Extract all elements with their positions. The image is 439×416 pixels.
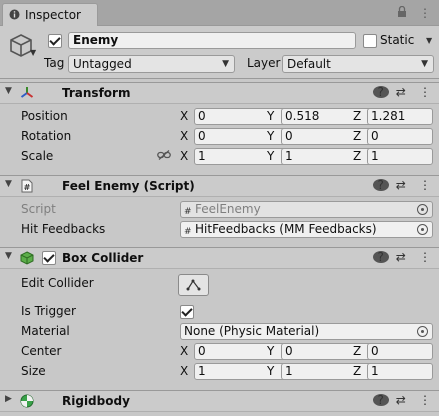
- position-y-axis-label[interactable]: Y: [267, 109, 274, 123]
- material-field[interactable]: None (Physic Material): [180, 323, 433, 340]
- icon-dropdown-arrow-icon[interactable]: ▼: [30, 48, 36, 57]
- rotation-y-axis-label[interactable]: Y: [267, 129, 274, 143]
- static-checkbox[interactable]: [363, 34, 377, 48]
- size-x-axis-label[interactable]: X: [180, 364, 188, 378]
- material-value: None (Physic Material): [184, 324, 320, 338]
- tab-label: Inspector: [25, 8, 81, 22]
- chevron-down-icon: ▼: [222, 59, 229, 69]
- preset-sliders-icon[interactable]: ⇄: [393, 178, 409, 192]
- kebab-menu-icon[interactable]: ⋮: [419, 7, 431, 19]
- size-label: Size: [21, 364, 46, 378]
- script-label: Script: [21, 202, 56, 216]
- gameobject-active-checkbox[interactable]: [48, 34, 62, 48]
- csharp-script-icon: #: [21, 179, 33, 193]
- material-label: Material: [21, 324, 70, 338]
- gameobject-header: ▼ Enemy Static ▼ Tag Untagged ▼ Layer De…: [0, 26, 439, 79]
- layer-value: Default: [287, 57, 331, 71]
- help-icon[interactable]: ?: [369, 393, 389, 407]
- rigidbody-icon: [20, 394, 34, 408]
- static-dropdown-arrow-icon[interactable]: ▼: [426, 36, 432, 45]
- script-field: # FeelEnemy: [180, 201, 433, 218]
- scale-y-axis-label[interactable]: Y: [267, 149, 274, 163]
- help-icon[interactable]: ?: [369, 250, 389, 264]
- size-y-axis-label[interactable]: Y: [267, 364, 274, 378]
- constrain-proportions-link-icon[interactable]: [157, 150, 171, 160]
- scale-label: Scale: [21, 149, 54, 163]
- preset-sliders-icon[interactable]: ⇄: [393, 85, 409, 99]
- hit-feedbacks-field[interactable]: # HitFeedbacks (MM Feedbacks): [180, 221, 433, 238]
- foldout-expanded-icon[interactable]: ▼: [5, 86, 12, 96]
- edit-collider-points-icon: [186, 279, 201, 291]
- rotation-label: Rotation: [21, 129, 72, 143]
- edit-collider-button[interactable]: [178, 274, 209, 296]
- box-collider-title: Box Collider: [62, 251, 144, 265]
- center-z-axis-label[interactable]: Z: [353, 344, 361, 358]
- lock-icon[interactable]: [397, 5, 407, 19]
- rotation-x-axis-label[interactable]: X: [180, 129, 188, 143]
- preset-sliders-icon[interactable]: ⇄: [393, 393, 409, 407]
- transform-header[interactable]: ▼ Transform ? ⇄ ⋮: [0, 82, 439, 104]
- layer-dropdown[interactable]: Default ▼: [282, 55, 434, 73]
- help-icon[interactable]: ?: [369, 178, 389, 192]
- object-picker-icon: [417, 204, 428, 215]
- kebab-menu-icon[interactable]: ⋮: [417, 85, 433, 99]
- chevron-down-icon: ▼: [421, 59, 428, 69]
- edit-collider-label: Edit Collider: [21, 276, 94, 290]
- position-label: Position: [21, 109, 68, 123]
- is-trigger-label: Is Trigger: [21, 304, 76, 318]
- kebab-menu-icon[interactable]: ⋮: [417, 250, 433, 264]
- center-x-axis-label[interactable]: X: [180, 344, 188, 358]
- hit-feedbacks-value: HitFeedbacks (MM Feedbacks): [195, 222, 377, 236]
- tag-label: Tag: [44, 56, 65, 70]
- csharp-script-icon: #: [184, 207, 192, 217]
- csharp-script-icon: #: [184, 227, 192, 237]
- box-collider-enabled-checkbox[interactable]: [42, 251, 56, 265]
- size-z-field[interactable]: 1: [367, 363, 433, 380]
- rotation-z-field[interactable]: 0: [367, 128, 433, 145]
- scale-x-axis-label[interactable]: X: [180, 149, 188, 163]
- tag-value: Untagged: [73, 57, 132, 71]
- tag-dropdown[interactable]: Untagged ▼: [68, 55, 235, 73]
- layer-label: Layer: [247, 56, 281, 70]
- center-y-axis-label[interactable]: Y: [267, 344, 274, 358]
- center-label: Center: [21, 344, 62, 358]
- rigidbody-header[interactable]: ▶ Rigidbody ? ⇄ ⋮: [0, 390, 439, 412]
- hit-feedbacks-label: Hit Feedbacks: [21, 222, 106, 236]
- kebab-menu-icon[interactable]: ⋮: [417, 393, 433, 407]
- tab-bar: Inspector ⋮: [0, 0, 439, 26]
- position-z-field[interactable]: 1.281: [367, 108, 433, 125]
- scale-z-field[interactable]: 1: [367, 148, 433, 165]
- feel-enemy-header[interactable]: ▼ # Feel Enemy (Script) ? ⇄ ⋮: [0, 175, 439, 197]
- size-z-axis-label[interactable]: Z: [353, 364, 361, 378]
- box-collider-header[interactable]: ▼ Box Collider ? ⇄ ⋮: [0, 247, 439, 269]
- script-value: FeelEnemy: [195, 202, 261, 216]
- feel-enemy-title: Feel Enemy (Script): [62, 179, 195, 193]
- foldout-collapsed-icon[interactable]: ▶: [5, 394, 12, 404]
- position-x-axis-label[interactable]: X: [180, 109, 188, 123]
- object-picker-icon[interactable]: [417, 224, 428, 235]
- transform-icon: [20, 87, 34, 98]
- position-z-axis-label[interactable]: Z: [353, 109, 361, 123]
- foldout-expanded-icon[interactable]: ▼: [5, 251, 12, 261]
- tab-inspector[interactable]: Inspector: [2, 3, 98, 26]
- static-label: Static: [380, 33, 415, 47]
- transform-title: Transform: [62, 86, 131, 100]
- help-icon[interactable]: ?: [369, 85, 389, 99]
- box-collider-icon: [20, 251, 34, 265]
- gameobject-name-field[interactable]: Enemy: [68, 32, 356, 49]
- preset-sliders-icon[interactable]: ⇄: [393, 250, 409, 264]
- center-z-field[interactable]: 0: [367, 343, 433, 360]
- rigidbody-title: Rigidbody: [62, 394, 130, 408]
- kebab-menu-icon[interactable]: ⋮: [417, 178, 433, 192]
- is-trigger-checkbox[interactable]: [180, 305, 194, 319]
- scale-z-axis-label[interactable]: Z: [353, 149, 361, 163]
- rotation-z-axis-label[interactable]: Z: [353, 129, 361, 143]
- svg-text:#: #: [24, 183, 31, 192]
- object-picker-icon[interactable]: [417, 326, 428, 337]
- foldout-expanded-icon[interactable]: ▼: [5, 179, 12, 189]
- info-icon: [9, 9, 20, 20]
